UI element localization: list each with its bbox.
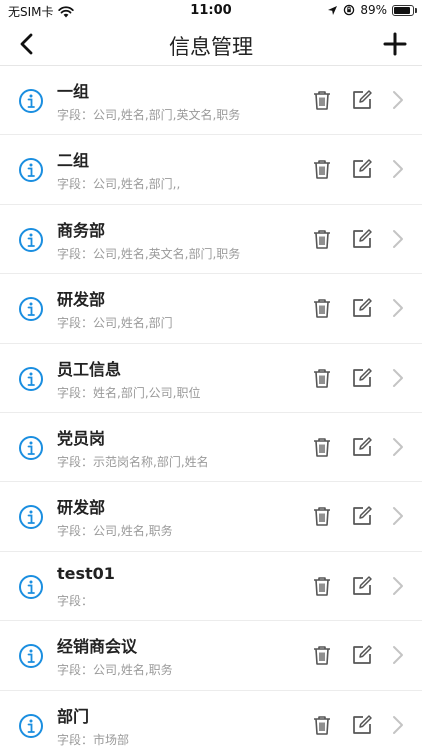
item-fields: 字段：	[57, 593, 94, 608]
item-name: 部门	[57, 706, 90, 726]
chevron-right-icon[interactable]	[390, 435, 406, 459]
info-icon[interactable]	[18, 227, 44, 253]
add-button[interactable]	[380, 29, 410, 59]
info-icon[interactable]	[18, 643, 44, 669]
list-item[interactable]: 经销商会议字段：公司,姓名,职务	[0, 621, 422, 691]
plus-icon	[383, 32, 407, 56]
battery-fill	[394, 6, 411, 14]
list-item[interactable]: 研发部字段：公司,姓名,部门	[0, 274, 422, 344]
edit-icon[interactable]	[350, 643, 374, 667]
info-icon[interactable]	[18, 366, 44, 392]
chevron-right-icon[interactable]	[390, 574, 406, 598]
trash-icon[interactable]	[310, 574, 334, 598]
list-item[interactable]: 一组字段：公司,姓名,部门,英文名,职务	[0, 66, 422, 136]
info-icon[interactable]	[18, 157, 44, 183]
chevron-right-icon[interactable]	[390, 643, 406, 667]
list-item[interactable]: 商务部字段：公司,姓名,英文名,部门,职务	[0, 205, 422, 275]
item-fields: 字段：公司,姓名,职务	[57, 524, 173, 539]
item-name: 研发部	[57, 498, 106, 518]
info-icon[interactable]	[18, 88, 44, 114]
chevron-right-icon[interactable]	[390, 713, 406, 737]
trash-icon[interactable]	[310, 504, 334, 528]
info-icon[interactable]	[18, 296, 44, 322]
item-fields: 字段：公司,姓名,部门,,	[57, 177, 181, 192]
edit-icon[interactable]	[350, 435, 374, 459]
location-arrow-icon	[328, 5, 338, 15]
info-icon[interactable]	[18, 713, 44, 739]
edit-icon[interactable]	[350, 713, 374, 737]
chevron-right-icon[interactable]	[390, 366, 406, 390]
edit-icon[interactable]	[350, 366, 374, 390]
list-item[interactable]: test01 字段：	[0, 552, 422, 622]
trash-icon[interactable]	[310, 296, 334, 320]
item-name: 研发部	[57, 290, 106, 310]
orientation-lock-icon	[344, 4, 355, 16]
info-icon[interactable]	[18, 435, 44, 461]
battery-tip	[415, 7, 417, 13]
item-fields: 字段：市场部	[57, 732, 130, 747]
edit-icon[interactable]	[350, 227, 374, 251]
item-fields: 字段：公司,姓名,职务	[57, 663, 173, 678]
edit-icon[interactable]	[350, 88, 374, 112]
trash-icon[interactable]	[310, 435, 334, 459]
chevron-right-icon[interactable]	[390, 157, 406, 181]
edit-icon[interactable]	[350, 296, 374, 320]
battery-icon	[392, 4, 417, 16]
item-fields: 字段：示范岗名称,部门,姓名	[57, 454, 209, 469]
item-name: 员工信息	[57, 359, 122, 379]
item-name: 二组	[57, 151, 90, 171]
list-item[interactable]: 二组字段：公司,姓名,部门,,	[0, 135, 422, 205]
item-name: 商务部	[57, 220, 106, 240]
list-item[interactable]: 员工信息字段：姓名,部门,公司,职位	[0, 344, 422, 413]
edit-icon[interactable]	[350, 157, 374, 181]
list-item[interactable]: 部门字段：市场部	[0, 691, 422, 750]
item-fields: 字段：公司,姓名,部门	[57, 316, 173, 331]
item-name: 党员岗	[57, 428, 106, 448]
chevron-right-icon[interactable]	[390, 88, 406, 112]
item-fields: 字段：姓名,部门,公司,职位	[57, 385, 201, 400]
trash-icon[interactable]	[310, 713, 334, 737]
trash-icon[interactable]	[310, 88, 334, 112]
status-bar: 无SIM卡 11:00 89%	[0, 0, 422, 22]
edit-icon[interactable]	[350, 574, 374, 598]
status-right: 89%	[327, 3, 417, 17]
item-name: 一组	[57, 82, 90, 101]
trash-icon[interactable]	[310, 227, 334, 251]
battery-percent: 89%	[360, 3, 387, 17]
chevron-right-icon[interactable]	[390, 504, 406, 528]
trash-icon[interactable]	[310, 366, 334, 390]
item-name: test01	[57, 563, 115, 583]
page-title: 信息管理	[169, 35, 253, 59]
chevron-right-icon[interactable]	[390, 227, 406, 251]
info-icon[interactable]	[18, 504, 44, 530]
chevron-right-icon[interactable]	[390, 296, 406, 320]
info-icon[interactable]	[18, 574, 44, 600]
info-list: 一组 字段：公司,姓名,部门,英文名,职务 二组 字段：公司,姓名,部门,, 商务部 字段…	[0, 66, 422, 750]
item-fields: 字段：公司,姓名,部门,英文名,职务	[57, 108, 241, 122]
nav-bar: 信息管理	[0, 22, 422, 66]
list-item[interactable]: 党员岗字段：示范岗名称,部门,姓名	[0, 413, 422, 483]
item-name: 经销商会议	[57, 637, 138, 657]
trash-icon[interactable]	[310, 157, 334, 181]
item-fields: 字段：公司,姓名,英文名,部门,职务	[57, 246, 241, 261]
trash-icon[interactable]	[310, 643, 334, 667]
edit-icon[interactable]	[350, 504, 374, 528]
list-item[interactable]: 研发部字段：公司,姓名,职务	[0, 482, 422, 552]
